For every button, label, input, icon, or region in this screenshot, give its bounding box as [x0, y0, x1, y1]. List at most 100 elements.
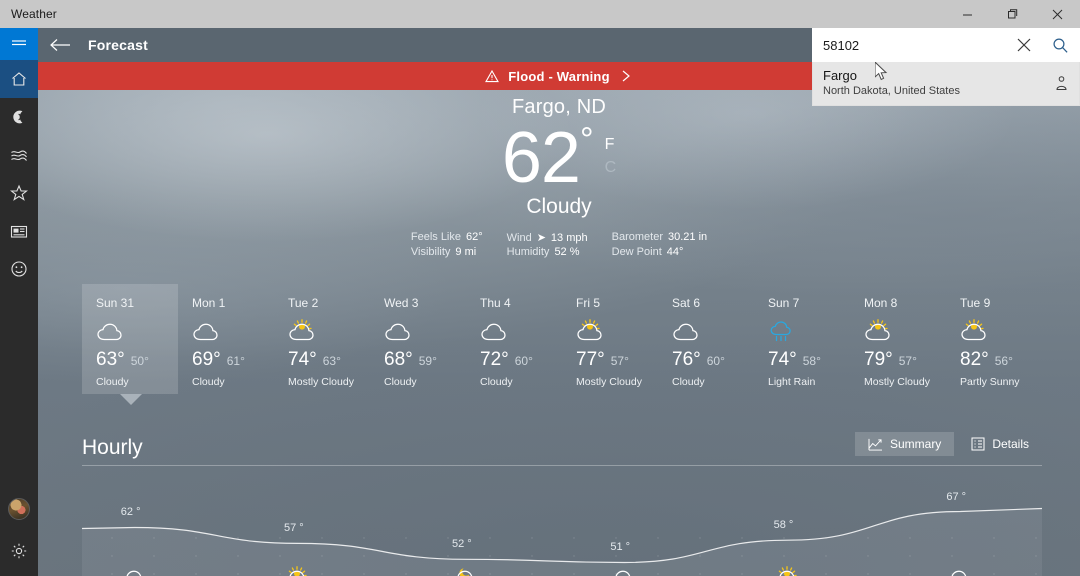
unit-celsius[interactable]: C [605, 156, 617, 179]
day-high: 79° [864, 349, 893, 370]
detail-visibility: Visibility 9 mi [411, 246, 483, 258]
daily-forecast-card[interactable]: Sun 31 63° 50° Cloudy [82, 284, 178, 405]
day-condition: Mostly Cloudy [864, 376, 930, 388]
day-temperatures: 79° 57° [864, 349, 946, 371]
detail-feels-like: Feels Like 62° [411, 231, 483, 244]
detail-label: Humidity [506, 246, 550, 258]
day-temperatures: 68° 59° [384, 349, 466, 371]
page-title: Forecast [88, 37, 148, 53]
suggestion-text: Fargo North Dakota, United States [823, 68, 1054, 97]
daily-forecast-card[interactable]: Tue 9 82° 56° Partly Sunny [946, 284, 1042, 394]
sidebar-item-radar[interactable] [0, 98, 38, 136]
day-label: Tue 2 [288, 296, 319, 310]
sidebar-item-favorites[interactable] [0, 174, 38, 212]
chart-point-label: 58 ° [773, 519, 794, 532]
search-box[interactable] [812, 28, 1080, 62]
daily-forecast-card[interactable]: Tue 2 74° 63° Mostly Cloudy [274, 284, 370, 394]
day-temperatures: 77° 57° [576, 349, 658, 371]
chevron-right-icon [622, 70, 630, 82]
daily-forecast-card[interactable]: Sun 7 74° 58° Light Rain [754, 284, 850, 394]
minimize-button[interactable] [945, 0, 990, 28]
maximize-button[interactable] [990, 0, 1035, 28]
day-high: 63° [96, 349, 125, 370]
day-label: Mon 8 [864, 296, 898, 310]
day-low: 58° [802, 354, 821, 368]
search-panel: Fargo North Dakota, United States [812, 28, 1080, 106]
chart-point-label: 57 ° [284, 522, 304, 535]
day-condition: Mostly Cloudy [288, 376, 354, 388]
sidebar-item-news[interactable] [0, 212, 38, 250]
suggestion-region: North Dakota, United States [823, 85, 960, 97]
cloudy-icon [672, 317, 754, 345]
daily-forecast-card[interactable]: Thu 4 72° 60° Cloudy [466, 284, 562, 394]
section-divider [82, 465, 1042, 466]
detail-dew-point: Dew Point 44° [612, 246, 708, 258]
day-condition: Mostly Cloudy [576, 376, 642, 388]
cloudy-icon [609, 566, 639, 576]
daily-forecast-card[interactable]: Fri 5 77° 57° Mostly Cloudy [562, 284, 658, 394]
window-title: Weather [11, 7, 57, 21]
partly-sunny-icon [576, 317, 658, 345]
condition-details: Feels Like 62° Wind ➤ 13 mph Barometer 30.21… [411, 231, 707, 258]
detail-value: 9 mi [455, 246, 477, 258]
day-low: 57° [898, 354, 917, 368]
day-high: 72° [480, 349, 509, 370]
day-low: 60° [514, 354, 533, 368]
avatar[interactable] [0, 490, 38, 528]
day-label: Tue 9 [960, 296, 991, 310]
weather-app-window: Weather Forecast 58102 Fargo North Dakot… [0, 0, 1080, 576]
current-temperature: 62° [501, 117, 594, 199]
temperature-value: 62 [501, 118, 581, 198]
day-condition: Cloudy [192, 376, 225, 388]
day-temperatures: 74° 63° [288, 349, 370, 371]
day-temperatures: 63° 50° [96, 349, 178, 371]
sidebar-item-maps[interactable] [0, 136, 38, 174]
sidebar-item-historical[interactable] [0, 250, 38, 288]
daily-forecast-card[interactable]: Mon 1 69° 61° Cloudy [178, 284, 274, 394]
day-label: Fri 5 [576, 296, 600, 310]
day-low: 50° [130, 354, 149, 368]
daily-forecast-card[interactable]: Wed 3 68° 59° Cloudy [370, 284, 466, 394]
detail-value: 30.21 in [667, 231, 708, 243]
detail-humidity: Humidity 52 % [507, 246, 588, 258]
day-temperatures: 74° 58° [768, 349, 850, 371]
sidebar-item-home[interactable] [0, 60, 38, 98]
day-label: Mon 1 [192, 296, 226, 310]
window-controls [945, 0, 1080, 28]
daily-forecast-card[interactable]: Mon 8 79° 57° Mostly Cloudy [850, 284, 946, 394]
search-icon[interactable] [1041, 28, 1079, 62]
partly-sunny-icon [960, 317, 1042, 345]
gear-icon[interactable] [0, 532, 38, 570]
partly-cloudy-night-icon [451, 566, 481, 576]
unit-fahrenheit[interactable]: F [605, 133, 615, 156]
hourly-title: Hourly [82, 436, 143, 459]
tab-details[interactable]: Details [958, 432, 1042, 456]
close-button[interactable] [1035, 0, 1080, 28]
day-high: 82° [960, 349, 989, 370]
hamburger-icon[interactable] [0, 28, 38, 60]
partly-sunny-icon [773, 566, 803, 576]
day-low: 57° [610, 354, 629, 368]
tab-details-label: Details [992, 437, 1029, 451]
weather-background: Flood - Warning Fargo, ND 62° F C Cloudy [38, 62, 1080, 576]
unit-toggle: F C [605, 133, 617, 179]
close-icon[interactable] [1007, 28, 1041, 62]
list-item[interactable]: Fargo North Dakota, United States [813, 62, 1079, 105]
hourly-temperature-chart[interactable]: 62 ° 57 ° 52 ° 51 ° 58 ° 67 ° [82, 476, 1042, 576]
day-high: 76° [672, 349, 701, 370]
day-condition: Cloudy [96, 376, 129, 388]
detail-value: 13 mph [550, 232, 588, 244]
suggestion-name: Fargo [823, 68, 857, 83]
chart-svg [82, 507, 1042, 576]
day-low: 63° [322, 354, 341, 368]
tab-summary[interactable]: Summary [854, 432, 955, 456]
day-temperatures: 72° 60° [480, 349, 562, 371]
day-label: Sun 7 [768, 296, 800, 310]
search-suggestions: Fargo North Dakota, United States [812, 62, 1080, 106]
search-input[interactable] [813, 37, 1007, 53]
chart-point-label: 52 ° [452, 538, 472, 551]
daily-forecast-card[interactable]: Sat 6 76° 60° Cloudy [658, 284, 754, 394]
partly-sunny-icon [283, 566, 313, 576]
back-arrow-icon[interactable] [38, 28, 82, 62]
hourly-view-toggle: Summary Details [854, 432, 1042, 456]
